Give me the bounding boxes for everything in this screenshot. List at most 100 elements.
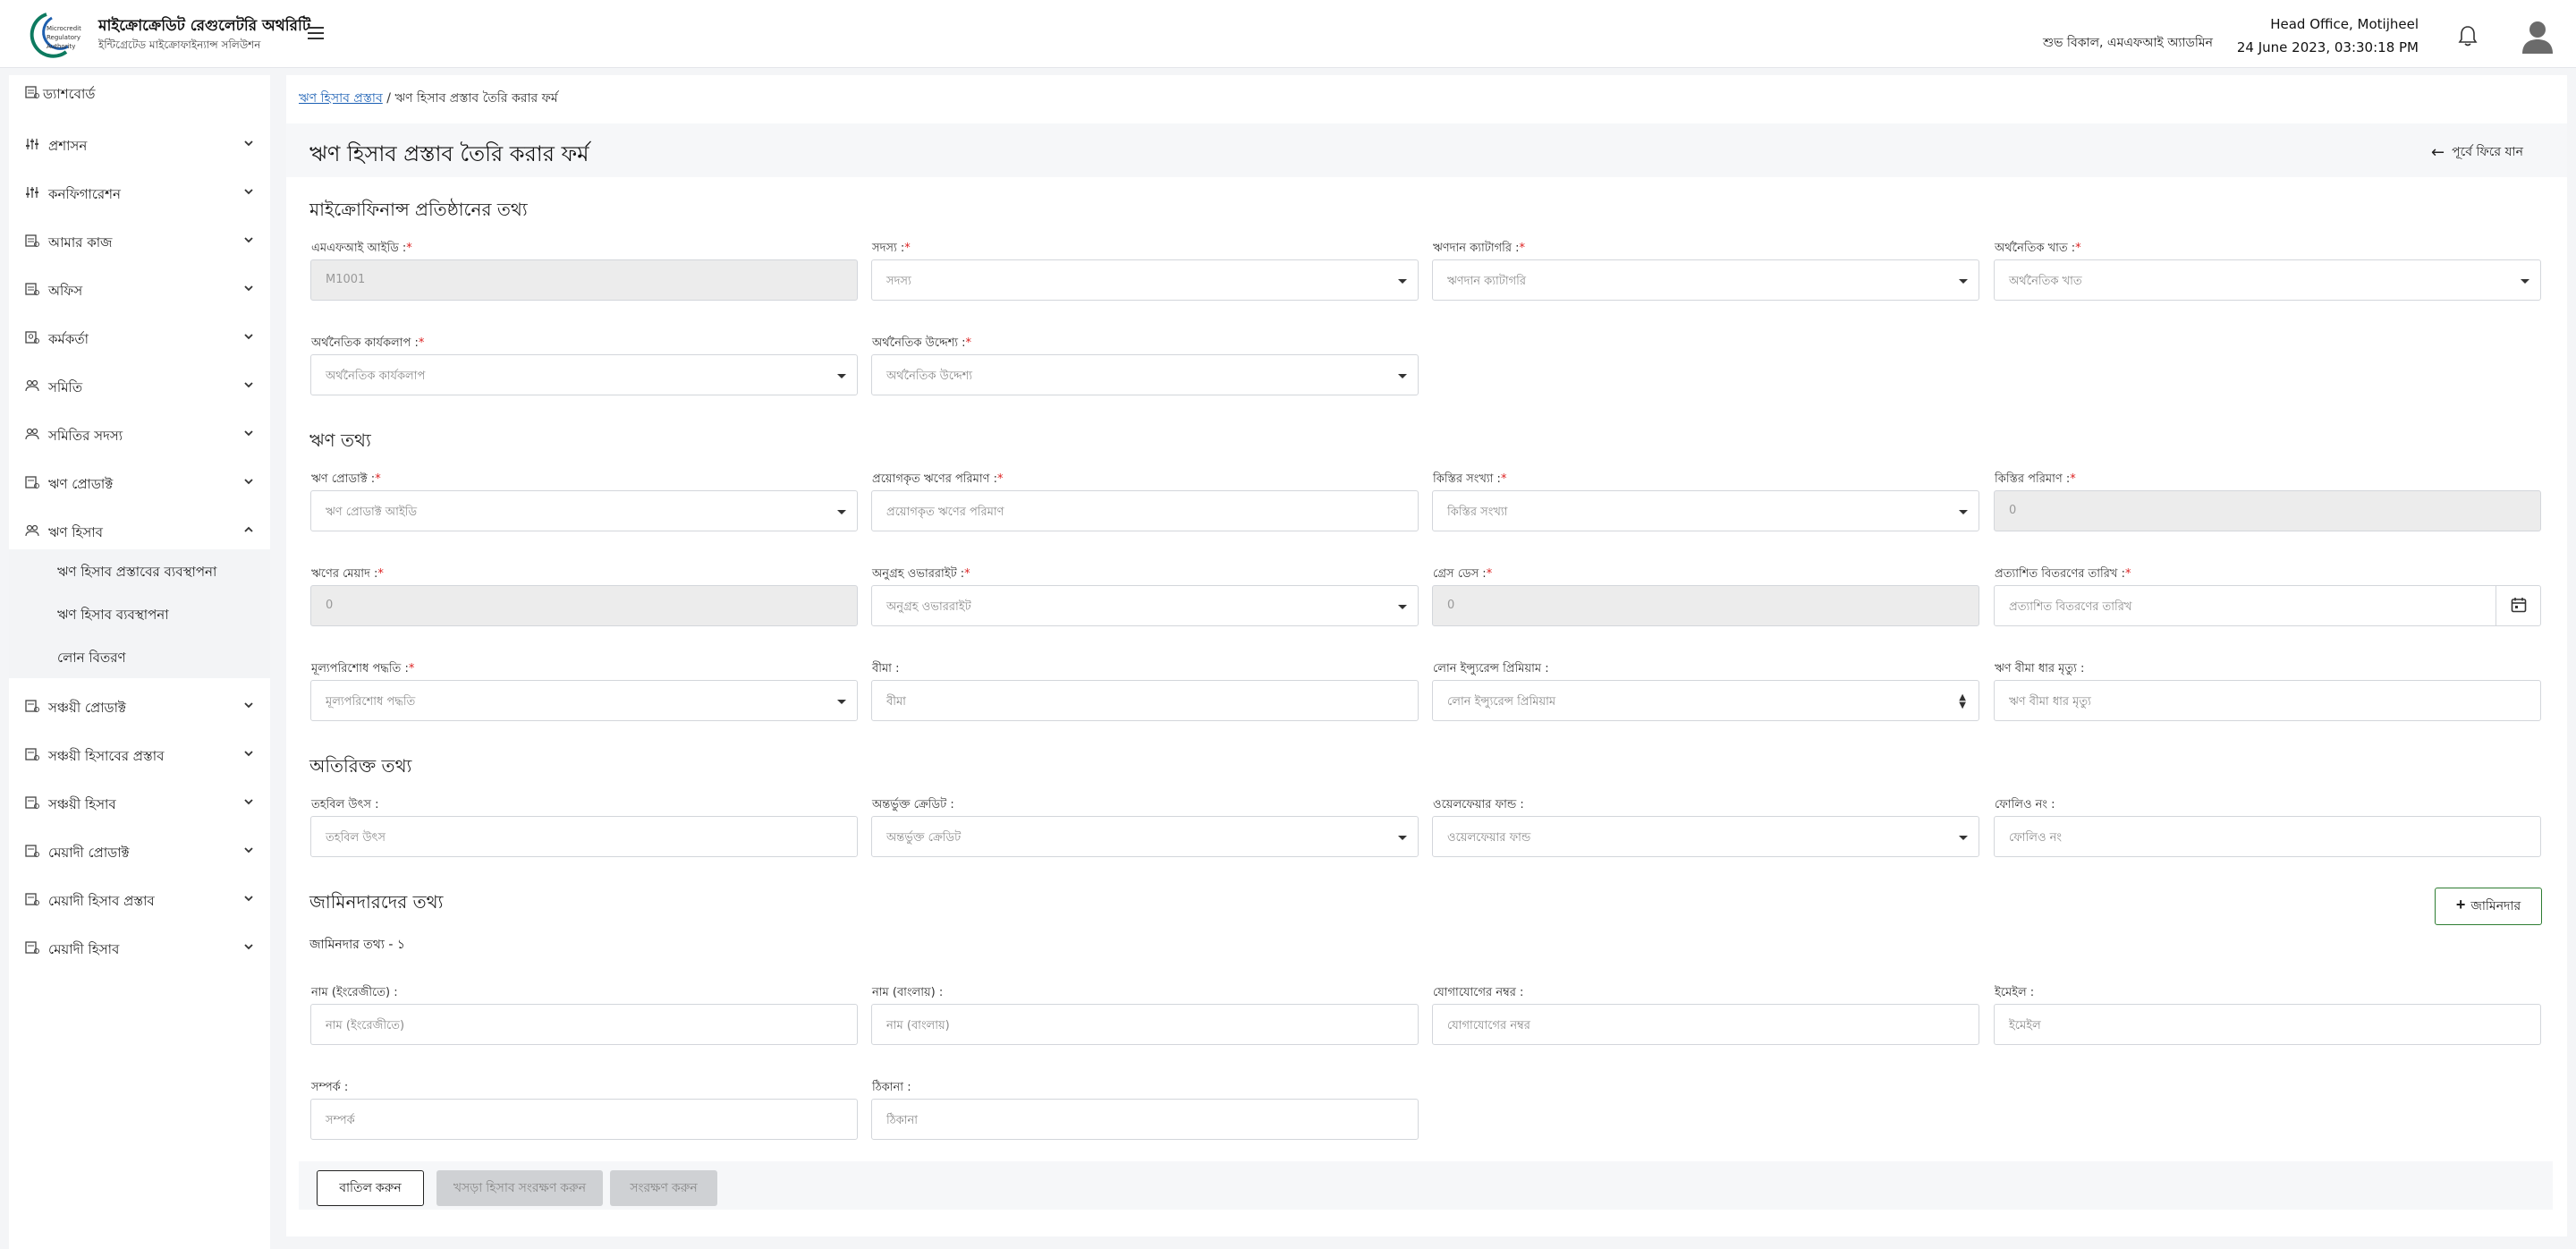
sidebar-item-term-product[interactable]: মেয়াদী প্রোডাক্ট bbox=[9, 834, 270, 868]
save-button[interactable]: সংরক্ষণ করুন bbox=[610, 1170, 717, 1206]
loan-insurance-death-input[interactable]: ঋণ বীমা ধার মৃত্যু bbox=[1994, 680, 2541, 721]
user-avatar[interactable] bbox=[2521, 18, 2555, 54]
sidebar-item-office[interactable]: অফিস bbox=[9, 272, 270, 306]
sidebar: ড্যাশবোর্ড প্রশাসন কনফিগারেশন আমার কাজ অ… bbox=[9, 75, 270, 1249]
name-en-input[interactable]: নাম (ইংরেজীতে) bbox=[310, 1004, 858, 1045]
sidebar-item-label: মেয়াদী হিসাব প্রস্তাব bbox=[48, 893, 155, 909]
loan-account-submenu: ঋণ হিসাব প্রস্তাবের ব্যবস্থাপনা ঋণ হিসাব… bbox=[9, 549, 270, 678]
field-label-loan-category: ঋণদান ক্যাটাগরি :* bbox=[1433, 242, 1525, 255]
add-guarantor-button[interactable]: + জামিনদার bbox=[2435, 888, 2542, 925]
hamburger-menu-icon[interactable] bbox=[308, 27, 324, 39]
svg-text:Authority: Authority bbox=[47, 43, 75, 50]
bell-icon[interactable] bbox=[2458, 25, 2478, 47]
loan-term-field: 0 bbox=[310, 585, 858, 626]
chevron-down-icon bbox=[244, 430, 253, 437]
sidebar-item-savings-product[interactable]: সঞ্চয়ী প্রোডাক্ট bbox=[9, 689, 270, 723]
field-label-name-en: নাম (ইংরেজীতে) : bbox=[311, 986, 398, 999]
sidebar-item-label: আমার কাজ bbox=[48, 234, 113, 251]
folio-no-input[interactable]: ফোলিও নং bbox=[1994, 816, 2541, 857]
field-label-loan-product: ঋণ প্রোডাক্ট :* bbox=[311, 472, 381, 486]
caret-down-icon bbox=[837, 374, 846, 378]
phone-input[interactable]: যোগাযোগের নম্বর bbox=[1432, 1004, 1979, 1045]
caret-down-icon bbox=[1398, 374, 1407, 378]
welfare-fund-select[interactable]: ওয়েলফেয়ার ফান্ড bbox=[1432, 816, 1979, 857]
sidebar-item-label: সমিতির সদস্য bbox=[48, 428, 123, 444]
fund-source-input[interactable]: তহবিল উৎস bbox=[310, 816, 858, 857]
included-credit-select[interactable]: অন্তর্ভুক্ত ক্রেডিট bbox=[871, 816, 1419, 857]
member-select[interactable]: সদস্য bbox=[871, 259, 1419, 301]
loan-product-icon bbox=[25, 476, 39, 489]
field-label-expected-disbursement-date: প্রত্যাশিত বিতরণের তারিখ :* bbox=[1995, 567, 2131, 581]
sidebar-item-administration[interactable]: প্রশাসন bbox=[9, 127, 270, 161]
mfi-id-field: M1001 bbox=[310, 259, 858, 301]
section-title-loan: ঋণ তথ্য bbox=[309, 429, 371, 451]
sidebar-item-savings-account[interactable]: সঞ্চয়ী হিসাব bbox=[9, 786, 270, 820]
field-label-installment-count: কিস্তির সংখ্যা :* bbox=[1433, 472, 1507, 486]
loan-product-select[interactable]: ঋণ প্রোডাক্ট আইডি bbox=[310, 490, 858, 531]
task-icon bbox=[25, 234, 39, 247]
address-input[interactable]: ঠিকানা bbox=[871, 1099, 1419, 1140]
arrow-left-icon: ← bbox=[2431, 143, 2445, 162]
save-draft-button[interactable]: খসড়া হিসাব সংরক্ষণ করুন bbox=[436, 1170, 603, 1206]
submenu-loan-account-management[interactable]: ঋণ হিসাব ব্যবস্থাপনা bbox=[57, 605, 169, 627]
sidebar-item-loan-account[interactable]: ঋণ হিসাব bbox=[9, 514, 270, 548]
sidebar-item-label: প্রশাসন bbox=[48, 138, 88, 154]
sidebar-item-configuration[interactable]: কনফিগারেশন bbox=[9, 175, 270, 209]
expected-disbursement-date-input[interactable]: প্রত্যাশিত বিতরণের তারিখ bbox=[1994, 585, 2541, 626]
field-label-loan-insurance-premium: লোন ইন্স্যুরেন্স প্রিমিয়াম : bbox=[1433, 662, 1549, 675]
sidebar-item-term-account[interactable]: মেয়াদী হিসাব bbox=[9, 930, 270, 964]
svg-text:Regulatory: Regulatory bbox=[47, 34, 80, 41]
field-label-mfi-id: এমএফআই আইডি :* bbox=[311, 242, 412, 255]
title-bar: ঋণ হিসাব প্রস্তাব তৈরি করার ফর্ম ← পূর্বে… bbox=[286, 123, 2567, 177]
economic-purpose-select[interactable]: অর্থনৈতিক উদ্দেশ্য bbox=[871, 354, 1419, 395]
savings-proposal-icon bbox=[25, 748, 39, 760]
back-button[interactable]: ← পূর্বে ফিরে যান bbox=[2431, 141, 2523, 163]
svg-text:Microcredit: Microcredit bbox=[47, 25, 81, 32]
cancel-button[interactable]: বাতিল করুন bbox=[317, 1170, 424, 1206]
loan-account-icon bbox=[25, 524, 39, 537]
repayment-method-select[interactable]: মূল্যপরিশোধ পদ্ধতি bbox=[310, 680, 858, 721]
chevron-down-icon bbox=[244, 285, 253, 292]
field-label-loan-insurance-death: ঋণ বীমা ধার মৃত্যু : bbox=[1995, 662, 2085, 675]
name-bn-input[interactable]: নাম (বাংলায়) bbox=[871, 1004, 1419, 1045]
sidebar-item-samity-members[interactable]: সমিতির সদস্য bbox=[9, 417, 270, 451]
sidebar-item-dashboard[interactable]: ড্যাশবোর্ড bbox=[9, 75, 270, 109]
loan-insurance-premium-input[interactable]: লোন ইন্স্যুরেন্স প্রিমিয়াম ▲ ▼ bbox=[1432, 680, 1979, 721]
sidebar-item-term-proposal[interactable]: মেয়াদী হিসাব প্রস্তাব bbox=[9, 882, 270, 916]
grace-days-field: 0 bbox=[1432, 585, 1979, 626]
field-label-member: সদস্য :* bbox=[872, 242, 911, 255]
chevron-down-icon bbox=[244, 140, 253, 147]
sidebar-item-label: কর্মকর্তা bbox=[48, 331, 89, 347]
chevron-down-icon bbox=[244, 189, 253, 195]
sidebar-item-label: ঋণ প্রোডাক্ট bbox=[48, 476, 114, 492]
caret-down-icon bbox=[1959, 836, 1968, 840]
group-icon bbox=[25, 379, 39, 392]
submenu-loan-disbursement[interactable]: লোন বিতরণ bbox=[57, 648, 126, 670]
applied-amount-input[interactable]: প্রয়োগকৃত ঋণের পরিমাণ bbox=[871, 490, 1419, 531]
relation-input[interactable]: সম্পর্ক bbox=[310, 1099, 858, 1140]
sidebar-item-savings-proposal[interactable]: সঞ্চয়ী হিসাবের প্রস্তাব bbox=[9, 737, 270, 771]
caret-down-icon bbox=[2521, 279, 2529, 284]
grace-override-select[interactable]: অনুগ্রহ ওভাররাইট bbox=[871, 585, 1419, 626]
installment-count-select[interactable]: কিস্তির সংখ্যা bbox=[1432, 490, 1979, 531]
chevron-down-icon bbox=[244, 751, 253, 757]
loan-category-select[interactable]: ঋণদান ক্যাটাগরি bbox=[1432, 259, 1979, 301]
sidebar-item-my-tasks[interactable]: আমার কাজ bbox=[9, 224, 270, 258]
calendar-button[interactable] bbox=[2496, 586, 2540, 625]
insurance-input[interactable]: বীমা bbox=[871, 680, 1419, 721]
breadcrumb-link[interactable]: ঋণ হিসাব প্রস্তাব bbox=[299, 91, 383, 106]
sliders-icon bbox=[26, 187, 38, 198]
economic-sector-select[interactable]: অর্থনৈতিক খাত bbox=[1994, 259, 2541, 301]
submenu-loan-proposal-management[interactable]: ঋণ হিসাব প্রস্তাবের ব্যবস্থাপনা bbox=[57, 562, 216, 584]
sidebar-item-loan-product[interactable]: ঋণ প্রোডাক্ট bbox=[9, 465, 270, 499]
email-input[interactable]: ইমেইল bbox=[1994, 1004, 2541, 1045]
field-label-economic-sector: অর্থনৈতিক খাত :* bbox=[1995, 242, 2081, 255]
sidebar-item-samity[interactable]: সমিতি bbox=[9, 369, 270, 403]
field-label-relation: সম্পর্ক : bbox=[311, 1081, 349, 1094]
savings-product-icon bbox=[25, 700, 39, 712]
field-label-address: ঠিকানা : bbox=[872, 1081, 911, 1094]
economic-activity-select[interactable]: অর্থনৈতিক কার্যকলাপ bbox=[310, 354, 858, 395]
dashboard-icon bbox=[25, 86, 39, 98]
chevron-down-icon bbox=[244, 702, 253, 709]
sidebar-item-staff[interactable]: কর্মকর্তা bbox=[9, 320, 270, 354]
